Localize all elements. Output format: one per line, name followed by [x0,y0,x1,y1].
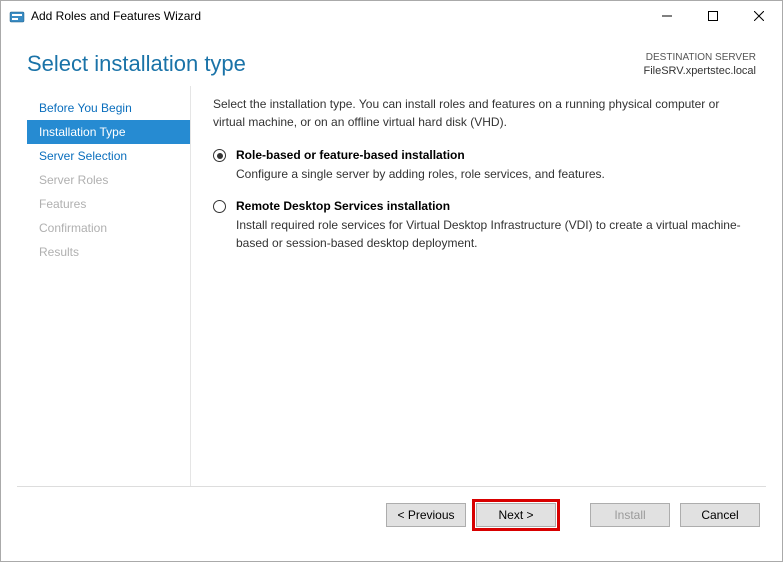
body: Before You Begin Installation Type Serve… [1,86,782,486]
maximize-button[interactable] [690,1,736,31]
page-title: Select installation type [27,51,246,77]
sidebar-item-results: Results [27,240,190,264]
sidebar-item-confirmation: Confirmation [27,216,190,240]
radio-role-based[interactable] [213,149,226,162]
wizard-icon [9,8,25,24]
option-body: Role-based or feature-based installation… [236,147,752,184]
window-title: Add Roles and Features Wizard [31,9,644,23]
content: Select the installation type. You can in… [191,86,756,486]
radio-remote-desktop[interactable] [213,200,226,213]
minimize-button[interactable] [644,1,690,31]
intro-text: Select the installation type. You can in… [213,96,752,131]
destination-block: DESTINATION SERVER FileSRV.xpertstec.loc… [644,51,757,78]
destination-label: DESTINATION SERVER [644,51,757,64]
option-remote-desktop[interactable]: Remote Desktop Services installation Ins… [213,198,752,252]
option-body: Remote Desktop Services installation Ins… [236,198,752,252]
footer: < Previous Next > Install Cancel [1,487,782,543]
destination-name: FileSRV.xpertstec.local [644,64,757,78]
next-button[interactable]: Next > [476,503,556,527]
sidebar-item-server-selection[interactable]: Server Selection [27,144,190,168]
previous-button[interactable]: < Previous [386,503,466,527]
sidebar: Before You Begin Installation Type Serve… [27,86,191,486]
sidebar-item-installation-type[interactable]: Installation Type [27,120,190,144]
cancel-button[interactable]: Cancel [680,503,760,527]
titlebar: Add Roles and Features Wizard [1,1,782,31]
header: Select installation type DESTINATION SER… [1,31,782,86]
option-title: Role-based or feature-based installation [236,147,752,164]
window-controls [644,1,782,31]
option-role-based[interactable]: Role-based or feature-based installation… [213,147,752,184]
option-description: Configure a single server by adding role… [236,166,752,183]
sidebar-item-server-roles: Server Roles [27,168,190,192]
option-title: Remote Desktop Services installation [236,198,752,215]
option-description: Install required role services for Virtu… [236,217,752,252]
close-button[interactable] [736,1,782,31]
sidebar-item-features: Features [27,192,190,216]
sidebar-item-before-you-begin[interactable]: Before You Begin [27,96,190,120]
install-button: Install [590,503,670,527]
